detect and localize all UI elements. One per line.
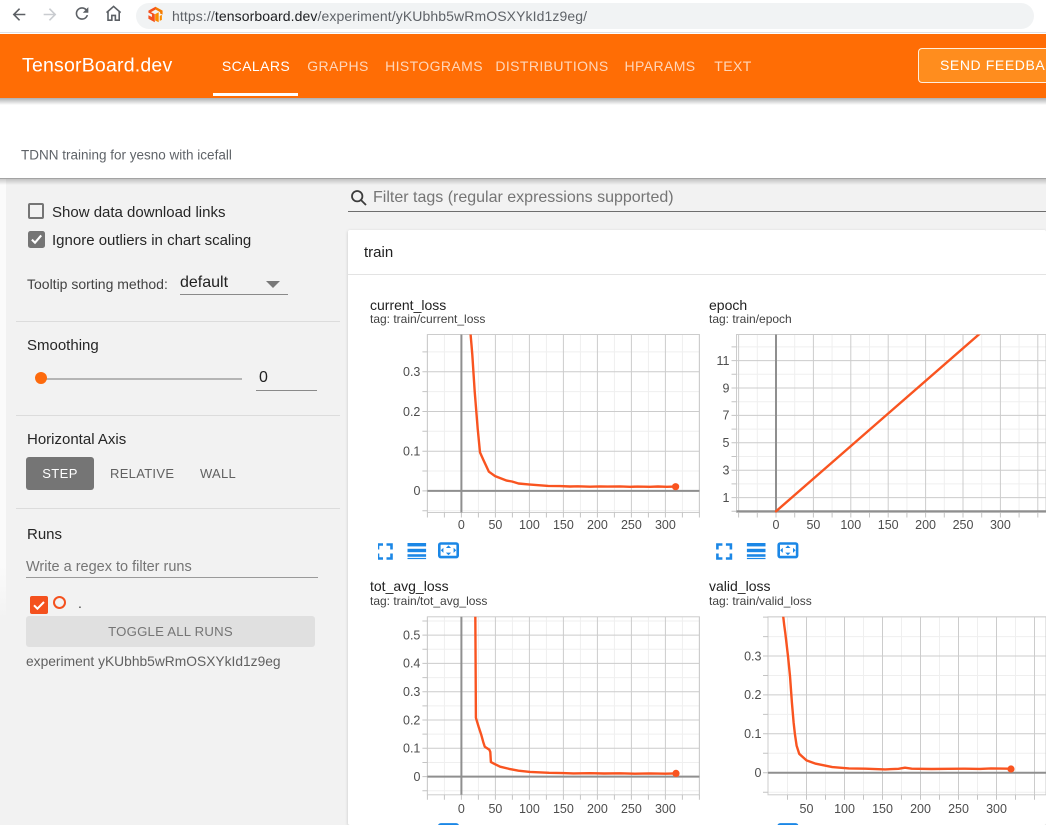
- svg-text:0.1: 0.1: [403, 742, 420, 756]
- svg-text:0.2: 0.2: [403, 405, 420, 419]
- svg-text:200: 200: [587, 518, 608, 532]
- svg-text:250: 250: [621, 518, 642, 532]
- svg-text:0.2: 0.2: [744, 688, 761, 702]
- svg-text:250: 250: [948, 802, 969, 816]
- svg-text:11: 11: [717, 354, 730, 368]
- svg-text:150: 150: [878, 518, 899, 532]
- svg-text:1: 1: [723, 491, 730, 505]
- svg-text:0.3: 0.3: [403, 685, 420, 699]
- svg-text:150: 150: [872, 802, 893, 816]
- svg-text:100: 100: [840, 518, 861, 532]
- svg-text:200: 200: [587, 802, 608, 816]
- svg-text:0: 0: [458, 518, 465, 532]
- svg-text:300: 300: [655, 518, 676, 532]
- svg-text:0.5: 0.5: [403, 628, 420, 642]
- svg-text:50: 50: [800, 802, 814, 816]
- svg-text:100: 100: [519, 802, 540, 816]
- svg-text:9: 9: [723, 381, 730, 395]
- svg-text:0.2: 0.2: [403, 713, 420, 727]
- svg-text:250: 250: [953, 518, 974, 532]
- svg-text:0.4: 0.4: [403, 657, 420, 671]
- svg-text:0: 0: [413, 770, 420, 784]
- svg-text:0.1: 0.1: [403, 445, 420, 459]
- svg-text:300: 300: [990, 518, 1011, 532]
- svg-text:0: 0: [755, 766, 762, 780]
- svg-text:250: 250: [621, 802, 642, 816]
- svg-text:150: 150: [553, 518, 574, 532]
- svg-text:300: 300: [986, 802, 1007, 816]
- svg-text:0: 0: [413, 484, 420, 498]
- svg-text:0.3: 0.3: [403, 365, 420, 379]
- svg-text:3: 3: [723, 464, 730, 478]
- svg-text:50: 50: [488, 802, 502, 816]
- svg-text:0.1: 0.1: [744, 727, 761, 741]
- svg-text:7: 7: [723, 409, 730, 423]
- svg-text:5: 5: [723, 436, 730, 450]
- svg-text:0.3: 0.3: [744, 649, 761, 663]
- svg-text:0: 0: [773, 518, 780, 532]
- svg-text:200: 200: [915, 518, 936, 532]
- svg-text:0: 0: [458, 802, 465, 816]
- svg-text:50: 50: [806, 518, 820, 532]
- svg-text:100: 100: [519, 518, 540, 532]
- svg-text:50: 50: [488, 518, 502, 532]
- svg-text:100: 100: [834, 802, 855, 816]
- svg-text:150: 150: [553, 802, 574, 816]
- svg-text:300: 300: [655, 802, 676, 816]
- svg-text:200: 200: [910, 802, 931, 816]
